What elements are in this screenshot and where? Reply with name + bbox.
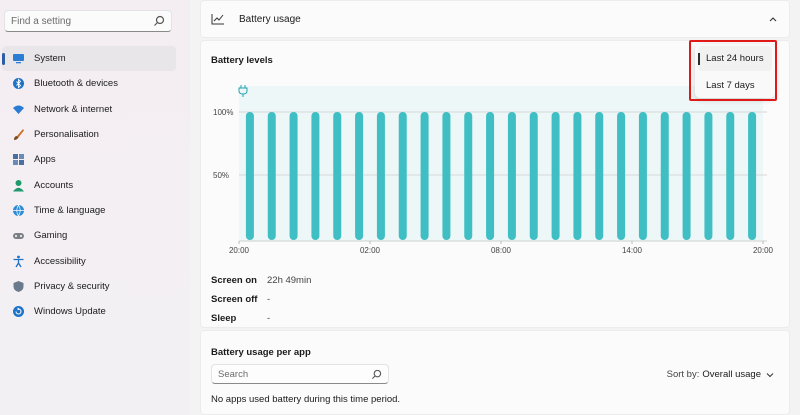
- battery-bar[interactable]: [726, 112, 735, 240]
- battery-bar[interactable]: [486, 112, 495, 240]
- time-range-dropdown[interactable]: Last 24 hours Last 7 days: [695, 44, 775, 98]
- battery-bar[interactable]: [682, 112, 691, 240]
- stat-row-screen-off: Screen off -: [211, 290, 311, 309]
- shield-icon: [12, 280, 25, 293]
- sidebar-item-label: Gaming: [34, 230, 68, 242]
- battery-bar[interactable]: [638, 112, 647, 240]
- globe-icon: [12, 204, 25, 217]
- sidebar-item-network[interactable]: Network & internet: [2, 97, 176, 122]
- line-chart-icon: [211, 14, 224, 25]
- battery-bar[interactable]: [704, 112, 713, 240]
- sidebar-item-personalisation[interactable]: Personalisation: [2, 122, 176, 147]
- battery-bar[interactable]: [267, 112, 276, 240]
- sidebar-item-label: Windows Update: [34, 306, 106, 318]
- battery-bar[interactable]: [289, 112, 298, 240]
- sidebar-item-apps[interactable]: Apps: [2, 147, 176, 172]
- update-icon: [12, 305, 25, 318]
- y-tick-label: 100%: [213, 108, 233, 117]
- system-icon: [12, 52, 25, 65]
- stat-value: -: [267, 294, 271, 305]
- sidebar-item-label: Time & language: [34, 204, 106, 216]
- battery-bar[interactable]: [617, 112, 626, 240]
- sort-value: Overall usage: [702, 369, 761, 380]
- x-tick-label: 02:00: [360, 246, 381, 255]
- sidebar-item-bluetooth[interactable]: Bluetooth & devices: [2, 71, 176, 96]
- battery-bar[interactable]: [420, 112, 429, 240]
- sidebar-item-label: Bluetooth & devices: [34, 78, 118, 90]
- search-icon[interactable]: [153, 15, 165, 27]
- stat-value: -: [267, 313, 271, 324]
- sidebar-item-time-language[interactable]: Time & language: [2, 198, 176, 223]
- app-search-placeholder: Search: [218, 368, 249, 380]
- sidebar-item-label: Network & internet: [34, 103, 113, 115]
- sidebar-item-label: Accessibility: [34, 255, 86, 267]
- battery-bar[interactable]: [311, 112, 320, 240]
- app-search-input[interactable]: Search: [211, 364, 389, 384]
- x-tick-label: 20:00: [753, 246, 774, 255]
- y-tick-label: 50%: [213, 171, 229, 180]
- stat-label: Screen off: [211, 294, 258, 305]
- stat-value: 22h 49min: [267, 275, 312, 286]
- empty-apps-message: No apps used battery during this time pe…: [211, 394, 401, 405]
- battery-bar[interactable]: [573, 112, 582, 240]
- dropdown-option-last-7-days[interactable]: Last 7 days: [698, 73, 772, 98]
- battery-usage-title: Battery usage: [239, 13, 301, 25]
- battery-bar[interactable]: [398, 112, 407, 240]
- battery-bar[interactable]: [551, 112, 560, 240]
- sidebar-item-label: System: [34, 53, 66, 65]
- battery-bar[interactable]: [245, 112, 254, 240]
- sidebar-item-label: Personalisation: [34, 129, 99, 141]
- x-tick-label: 20:00: [229, 246, 250, 255]
- sidebar-item-system[interactable]: System: [2, 46, 176, 72]
- battery-usage-per-app-card: Battery usage per app Search Sort by: Ov…: [200, 330, 790, 415]
- usage-stats: Screen on 22h 49min Screen off - Sleep -: [211, 271, 311, 328]
- accessibility-icon: [12, 255, 25, 268]
- per-app-title: Battery usage per app: [211, 347, 311, 358]
- sidebar-item-accessibility[interactable]: Accessibility: [2, 248, 176, 273]
- battery-bar[interactable]: [748, 112, 757, 240]
- x-tick-label: 14:00: [622, 246, 643, 255]
- battery-bar[interactable]: [595, 112, 604, 240]
- person-icon: [12, 179, 25, 192]
- brush-icon: [12, 128, 25, 141]
- battery-usage-header[interactable]: Battery usage: [200, 0, 790, 38]
- battery-bar[interactable]: [660, 112, 669, 240]
- x-tick-label: 08:00: [491, 246, 512, 255]
- sidebar-item-gaming[interactable]: Gaming: [2, 223, 176, 248]
- dropdown-option-last-24-hours[interactable]: Last 24 hours: [698, 46, 772, 71]
- dropdown-option-label: Last 7 days: [706, 80, 755, 91]
- apps-icon: [12, 153, 25, 166]
- battery-bar[interactable]: [442, 112, 451, 240]
- search-icon[interactable]: [371, 369, 382, 380]
- stat-row-sleep: Sleep -: [211, 309, 311, 328]
- battery-bar[interactable]: [507, 112, 516, 240]
- battery-bar[interactable]: [376, 112, 385, 240]
- wifi-icon: [12, 103, 25, 116]
- sidebar-item-windows-update[interactable]: Windows Update: [2, 299, 176, 324]
- dropdown-option-label: Last 24 hours: [706, 53, 764, 64]
- sidebar-item-label: Apps: [34, 154, 56, 166]
- settings-search-input[interactable]: Find a setting: [4, 10, 172, 32]
- sidebar: Find a setting System Bluetooth & device…: [0, 0, 190, 415]
- chevron-down-icon: [766, 372, 774, 377]
- battery-bar[interactable]: [333, 112, 342, 240]
- stat-row-screen-on: Screen on 22h 49min: [211, 271, 311, 290]
- sidebar-item-label: Accounts: [34, 179, 74, 191]
- gamepad-icon: [12, 229, 25, 242]
- sidebar-item-label: Privacy & security: [34, 280, 110, 292]
- bluetooth-icon: [12, 77, 25, 90]
- chevron-up-icon[interactable]: [767, 13, 779, 25]
- sidebar-item-accounts[interactable]: Accounts: [2, 172, 176, 197]
- stat-label: Screen on: [211, 275, 257, 286]
- sort-by-dropdown[interactable]: Sort by: Overall usage: [667, 369, 775, 380]
- battery-bar[interactable]: [355, 112, 364, 240]
- sidebar-item-privacy-security[interactable]: Privacy & security: [2, 274, 176, 299]
- battery-bar[interactable]: [464, 112, 473, 240]
- sidebar-nav: System Bluetooth & devices Network & int…: [0, 46, 176, 324]
- sort-label: Sort by:: [666, 369, 700, 380]
- stat-label: Sleep: [211, 313, 237, 324]
- battery-bar[interactable]: [529, 112, 538, 240]
- search-placeholder: Find a setting: [11, 15, 72, 27]
